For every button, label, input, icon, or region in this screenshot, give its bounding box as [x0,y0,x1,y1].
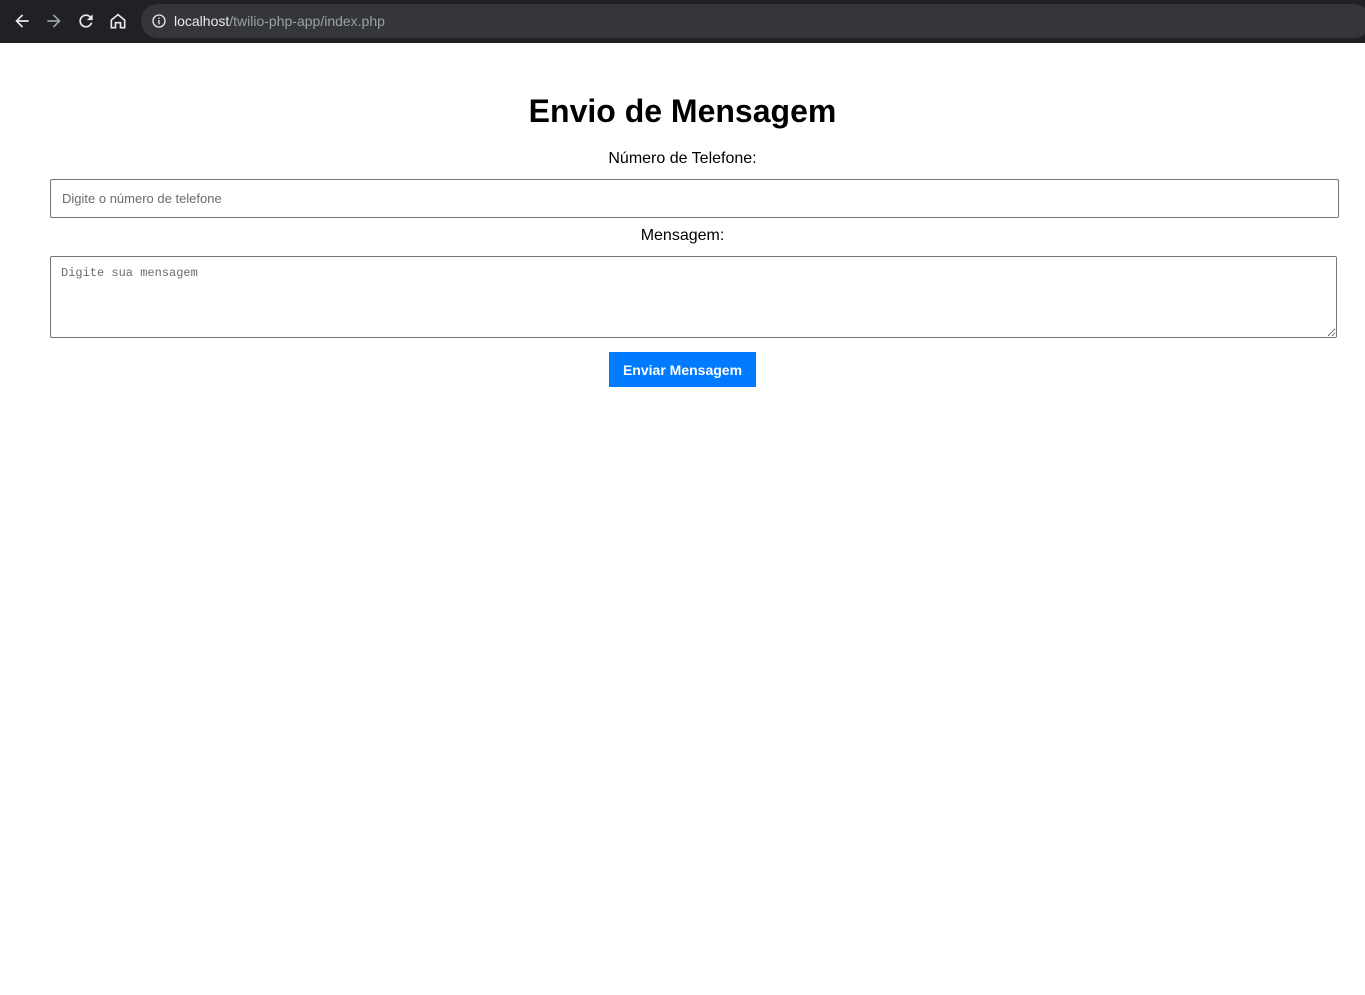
info-icon[interactable] [151,13,167,29]
page-title: Envio de Mensagem [528,93,837,129]
phone-label: Número de Telefone: [608,150,757,167]
message-textarea[interactable] [50,256,1337,338]
home-button[interactable] [106,9,130,33]
message-label: Mensagem: [640,227,725,244]
reload-button[interactable] [74,9,98,33]
forward-arrow-icon [47,14,61,28]
forward-button[interactable] [42,9,66,33]
url-text[interactable]: localhost/twilio-php-app/index.php [174,13,385,29]
url-path: /twilio-php-app/index.php [229,13,385,29]
send-message-button[interactable]: Enviar Mensagem [609,352,756,387]
back-arrow-icon [15,14,29,28]
phone-input[interactable] [50,179,1339,218]
url-host: localhost [174,13,230,29]
reload-icon [79,14,93,28]
back-button[interactable] [10,9,34,33]
home-icon [110,13,126,29]
page-content: Envio de Mensagem Número de Telefone: Me… [0,43,1365,995]
address-bar[interactable]: localhost/twilio-php-app/index.php [141,4,1365,38]
browser-toolbar: localhost/twilio-php-app/index.php [0,0,1365,43]
